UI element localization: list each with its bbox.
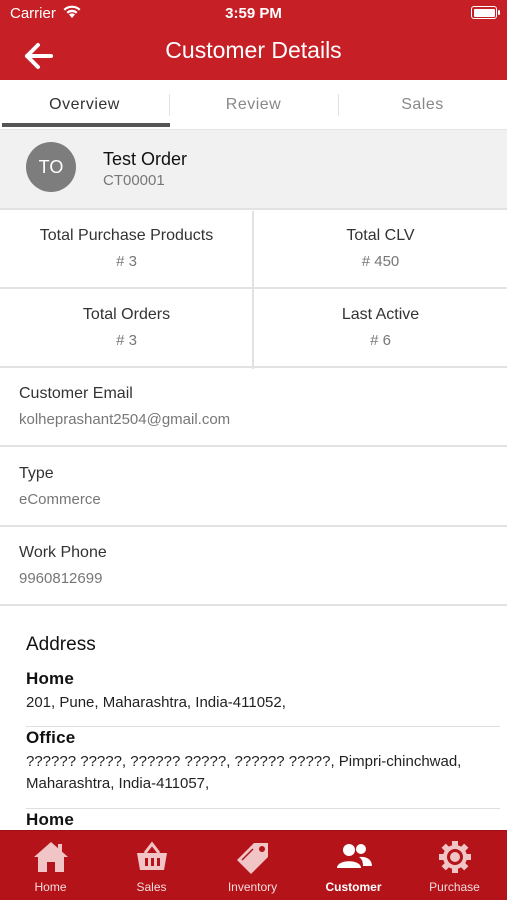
- stat-value: # 450: [361, 253, 400, 270]
- stat-value: # 6: [370, 332, 391, 349]
- users-icon: [337, 844, 372, 868]
- info-label: Customer Email: [19, 385, 133, 402]
- tab-sales[interactable]: Sales: [338, 80, 507, 130]
- tabbar-item-inventory[interactable]: Inventory: [202, 831, 303, 900]
- customer-code: CT00001: [103, 172, 165, 189]
- address-section: Address Home 201, Pune, Maharashtra, Ind…: [0, 607, 507, 830]
- clock: 3:59 PM: [225, 5, 282, 22]
- address-entry: Home 201, Pune, Maharashtra, India-41105…: [26, 669, 500, 714]
- address-entry: Home: [26, 810, 500, 830]
- info-work-phone: Work Phone 9960812699: [0, 528, 507, 606]
- customer-profile: TO Test Order CT00001: [0, 130, 507, 210]
- stat-total-purchase-products: Total Purchase Products # 3: [0, 211, 253, 289]
- active-tab-indicator: [2, 123, 170, 127]
- page-title: Customer Details: [165, 37, 342, 63]
- stat-label: Total Purchase Products: [39, 227, 214, 244]
- address-title: Address: [26, 634, 96, 655]
- tabbar-label: Inventory: [227, 880, 278, 894]
- battery-icon: [471, 6, 500, 19]
- tabbar-item-purchase[interactable]: Purchase: [404, 831, 505, 900]
- stat-label: Total Orders: [82, 306, 171, 323]
- address-text: 201, Pune, Maharashtra, India-411052,: [26, 694, 286, 711]
- gear-icon: [439, 841, 471, 873]
- status-bar: Carrier 3:59 PM: [0, 0, 507, 26]
- tabbar-label: Customer: [325, 880, 382, 894]
- tab-review[interactable]: Review: [169, 80, 338, 130]
- address-type: Home: [26, 669, 75, 688]
- address-divider: [26, 808, 500, 809]
- customer-name: Test Order: [103, 149, 188, 169]
- address-type: Home: [26, 810, 75, 829]
- avatar: TO: [26, 142, 76, 192]
- info-value[interactable]: 9960812699: [19, 570, 102, 587]
- price-tag-icon: [237, 843, 268, 874]
- address-text: ?????? ?????, ?????? ?????, ?????? ?????…: [26, 753, 462, 792]
- tabbar-label: Home: [34, 880, 67, 894]
- info-type: Type eCommerce: [0, 449, 507, 527]
- address-entry: Office ?????? ?????, ?????? ?????, ?????…: [26, 728, 500, 795]
- info-customer-email: Customer Email kolheprashant2504@gmail.c…: [0, 369, 507, 447]
- stat-label: Total CLV: [346, 227, 415, 244]
- shopping-basket-icon: [137, 841, 167, 870]
- tabbar-item-customer[interactable]: Customer: [303, 831, 404, 900]
- address-divider: [26, 726, 500, 727]
- app-header: Carrier 3:59 PM Customer Details: [0, 0, 507, 80]
- tabbar-item-sales[interactable]: Sales: [101, 831, 202, 900]
- info-value[interactable]: kolheprashant2504@gmail.com: [19, 411, 230, 428]
- stat-total-clv: Total CLV # 450: [254, 211, 507, 289]
- stat-label: Last Active: [341, 306, 420, 323]
- tabbar-item-home[interactable]: Home: [0, 831, 101, 900]
- tabbar-label: Purchase: [429, 880, 480, 894]
- stat-value: # 3: [116, 253, 137, 270]
- info-label: Type: [19, 465, 54, 482]
- tabbar-label: Sales: [136, 880, 167, 894]
- address-type: Office: [26, 728, 76, 747]
- stat-total-orders: Total Orders # 3: [0, 290, 253, 368]
- stat-last-active: Last Active # 6: [254, 290, 507, 368]
- home-icon: [34, 842, 68, 872]
- stat-value: # 3: [116, 332, 137, 349]
- info-label: Work Phone: [19, 544, 107, 561]
- info-value: eCommerce: [19, 491, 101, 508]
- stats-divider: [252, 211, 254, 369]
- bottom-tab-bar: Home Sales Inventory Customer Purchase: [0, 830, 507, 900]
